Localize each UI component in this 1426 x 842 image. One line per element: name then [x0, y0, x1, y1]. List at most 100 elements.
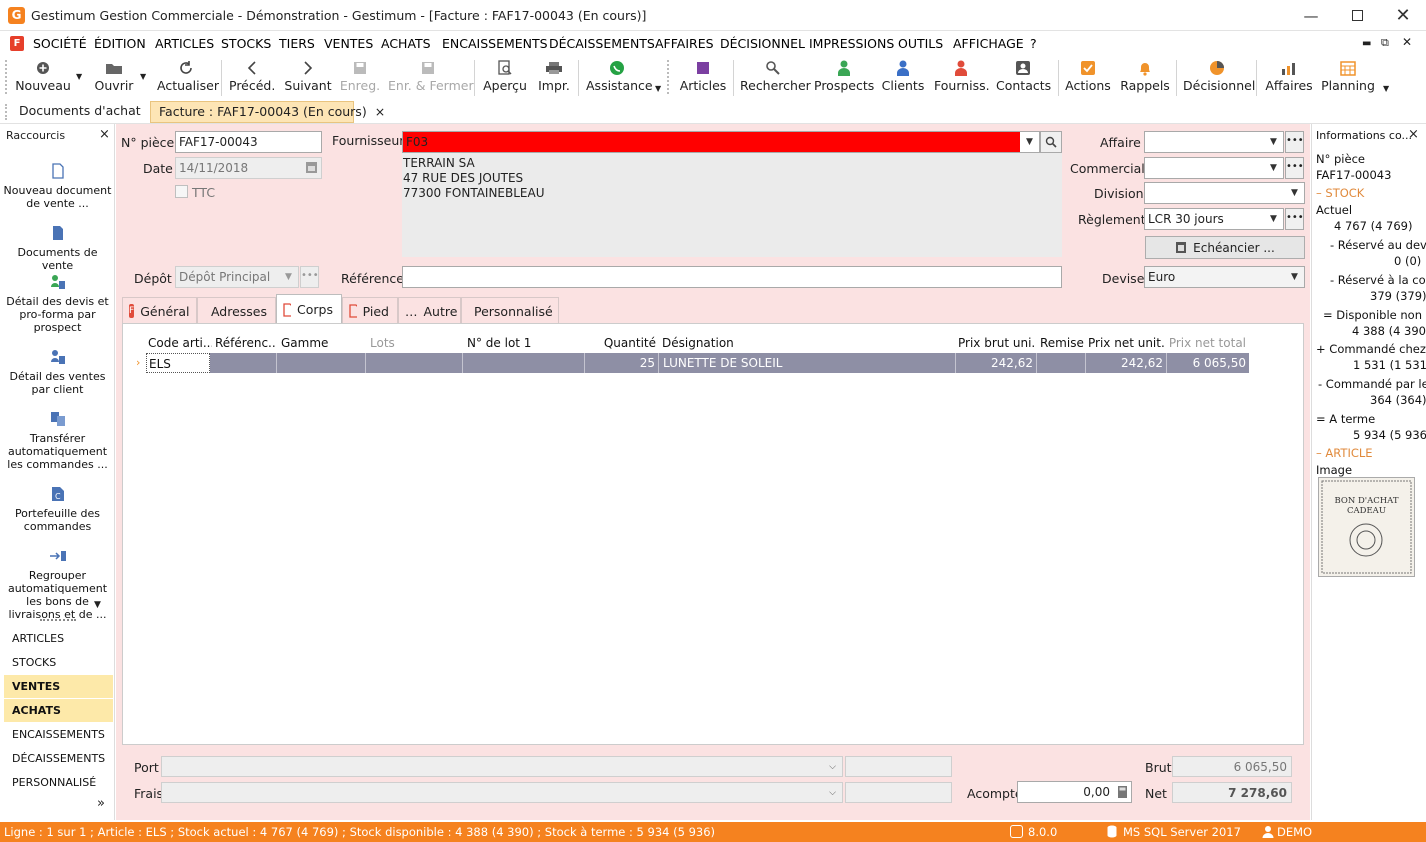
fournisseurs-button[interactable]: Fourniss. — [934, 58, 990, 98]
depot-more-button[interactable]: ••• — [300, 266, 319, 288]
contacts-button[interactable]: Contacts — [996, 58, 1051, 98]
port-amount-field[interactable] — [845, 756, 952, 777]
division-field[interactable]: ▼ — [1144, 182, 1305, 204]
ttc-checkbox[interactable] — [175, 185, 188, 198]
close-icon[interactable]: × — [99, 127, 110, 142]
actualiser-button[interactable]: Actualiser — [157, 58, 219, 98]
splitter-grip[interactable] — [40, 619, 76, 621]
ouvrir-dropdown-icon[interactable]: ▼ — [140, 72, 146, 81]
menu-impressions[interactable]: IMPRESSIONS — [809, 36, 894, 51]
menu-achats[interactable]: ACHATS — [381, 36, 431, 51]
apercu-button[interactable]: Aperçu — [482, 58, 528, 98]
reglement-field[interactable]: LCR 30 jours ▼ — [1144, 208, 1284, 230]
enregistrer-fermer-button[interactable]: Enr. & Fermer — [388, 58, 474, 98]
chevron-down-icon[interactable]: ▼ — [1264, 209, 1283, 229]
mdi-restore-icon[interactable]: ⧉ — [1381, 36, 1389, 50]
precedent-button[interactable]: Précéd. — [229, 58, 275, 98]
chevron-down-icon[interactable]: ▼ — [279, 267, 298, 287]
menu-help[interactable]: ? — [1030, 36, 1037, 51]
tab-documents-achat[interactable]: Documents d'achat × — [11, 101, 159, 123]
close-icon[interactable]: × — [1408, 127, 1419, 142]
category-encaissements[interactable]: ENCAISSEMENTS — [4, 723, 113, 746]
cell-lots[interactable] — [366, 353, 463, 373]
suivant-button[interactable]: Suivant — [284, 58, 332, 98]
num-piece-field[interactable]: FAF17-00043 — [175, 131, 322, 153]
toolbar-overflow-icon[interactable]: ▼ — [1383, 84, 1389, 93]
shortcut-documents-vente[interactable]: Documents de vente — [1, 223, 114, 272]
cell-reference[interactable] — [211, 353, 277, 373]
assistance-button[interactable]: Assistance — [586, 58, 653, 98]
nouveau-dropdown-icon[interactable]: ▼ — [76, 72, 82, 81]
cell-remise[interactable] — [1037, 353, 1086, 373]
calculator-icon[interactable] — [1117, 785, 1128, 799]
enregistrer-button[interactable]: Enreg. — [338, 58, 382, 98]
affaire-more-button[interactable]: ••• — [1285, 131, 1304, 153]
menu-ventes[interactable]: VENTES — [324, 36, 373, 51]
menu-societe[interactable]: SOCIÉTÉ — [33, 36, 87, 51]
tab-adresses[interactable]: Adresses — [197, 297, 276, 324]
cell-designation[interactable]: LUNETTE DE SOLEIL — [659, 353, 956, 373]
devise-field[interactable]: Euro ▼ — [1144, 266, 1305, 288]
articles-button[interactable]: Articles — [678, 58, 728, 98]
rappels-button[interactable]: Rappels — [1120, 58, 1170, 98]
affaire-field[interactable]: ▼ — [1144, 131, 1284, 153]
clients-button[interactable]: Clients — [881, 58, 925, 98]
close-icon[interactable]: × — [375, 104, 385, 119]
menu-encaissements[interactable]: ENCAISSEMENTS — [442, 36, 548, 51]
shortcut-detail-ventes[interactable]: Détail des ventes par client — [1, 347, 114, 396]
shortcut-transferer-commandes[interactable]: Transférer automatiquement les commandes… — [1, 409, 114, 471]
cell-lot1[interactable] — [463, 353, 585, 373]
column-header[interactable]: Gamme — [281, 336, 361, 350]
cell-prix-net-total[interactable]: 6 065,50 — [1167, 353, 1249, 373]
shortcut-portefeuille[interactable]: C Portefeuille des commandes — [1, 484, 114, 533]
minimize-button[interactable]: — — [1288, 0, 1334, 31]
prospects-button[interactable]: Prospects — [814, 58, 874, 98]
imprimer-button[interactable]: Impr. — [536, 58, 572, 98]
tab-autre[interactable]: … Autre — [398, 297, 461, 324]
shortcut-detail-devis[interactable]: Détail des devis et pro-forma par prospe… — [1, 272, 114, 334]
column-header[interactable]: Prix brut uni... — [958, 336, 1035, 350]
fournisseur-search-button[interactable] — [1040, 131, 1062, 153]
affaires-button[interactable]: Affaires — [1263, 58, 1315, 98]
column-header[interactable]: Lots — [370, 336, 460, 350]
frais-amount-field[interactable] — [845, 782, 952, 803]
menu-affichage[interactable]: AFFICHAGE — [953, 36, 1024, 51]
scroll-down-icon[interactable]: ▼ — [94, 600, 101, 610]
tab-personnalise[interactable]: Personnalisé — [461, 297, 559, 324]
chevron-down-icon[interactable]: ⌵ — [823, 757, 842, 776]
reglement-more-button[interactable]: ••• — [1285, 208, 1304, 230]
planning-button[interactable]: Planning — [1320, 58, 1376, 98]
maximize-button[interactable] — [1334, 0, 1380, 31]
menu-articles[interactable]: ARTICLES — [155, 36, 214, 51]
column-header[interactable]: Remise — [1040, 336, 1084, 350]
stock-section-header[interactable]: – STOCK — [1316, 186, 1364, 200]
column-header[interactable]: Désignation — [662, 336, 952, 350]
frais-dropdown[interactable]: ⌵ — [161, 782, 843, 803]
chevron-down-icon[interactable]: ⌵ — [823, 783, 842, 802]
tab-general[interactable]: F Général — [122, 297, 197, 324]
calendar-icon[interactable] — [305, 160, 318, 174]
column-header[interactable]: N° de lot 1 — [467, 336, 581, 350]
ouvrir-button[interactable]: Ouvrir — [90, 58, 138, 98]
chevron-down-icon[interactable]: ▼ — [1264, 158, 1283, 178]
cell-prix-brut[interactable]: 242,62 — [956, 353, 1037, 373]
date-field[interactable]: 14/11/2018 — [175, 157, 322, 179]
chevron-down-icon[interactable]: ▼ — [1264, 132, 1283, 152]
decisionnel-button[interactable]: Décisionnel — [1183, 58, 1255, 98]
close-window-button[interactable]: ✕ — [1380, 0, 1426, 31]
menu-edition[interactable]: ÉDITION — [94, 36, 146, 51]
column-header[interactable]: Code arti... — [148, 336, 212, 350]
reference-field[interactable] — [402, 266, 1062, 288]
tab-facture[interactable]: Facture : FAF17-00043 (En cours) × — [150, 101, 385, 123]
echeancier-button[interactable]: Echéancier ... — [1145, 236, 1305, 259]
chevron-down-icon[interactable]: ▼ — [1285, 183, 1304, 203]
menu-affaires[interactable]: AFFAIRES — [655, 36, 714, 51]
column-header[interactable]: Prix net unit... — [1088, 336, 1164, 350]
depot-field[interactable]: Dépôt Principal ▼ — [175, 266, 299, 288]
menu-stocks[interactable]: STOCKS — [221, 36, 271, 51]
acompte-field[interactable]: 0,00 — [1017, 781, 1132, 803]
shortcut-nouveau-document[interactable]: Nouveau document de vente ... — [1, 161, 114, 210]
menu-tiers[interactable]: TIERS — [279, 36, 315, 51]
chevron-down-icon[interactable]: ▼ — [1020, 132, 1039, 152]
cell-code[interactable]: ELS — [146, 353, 210, 373]
